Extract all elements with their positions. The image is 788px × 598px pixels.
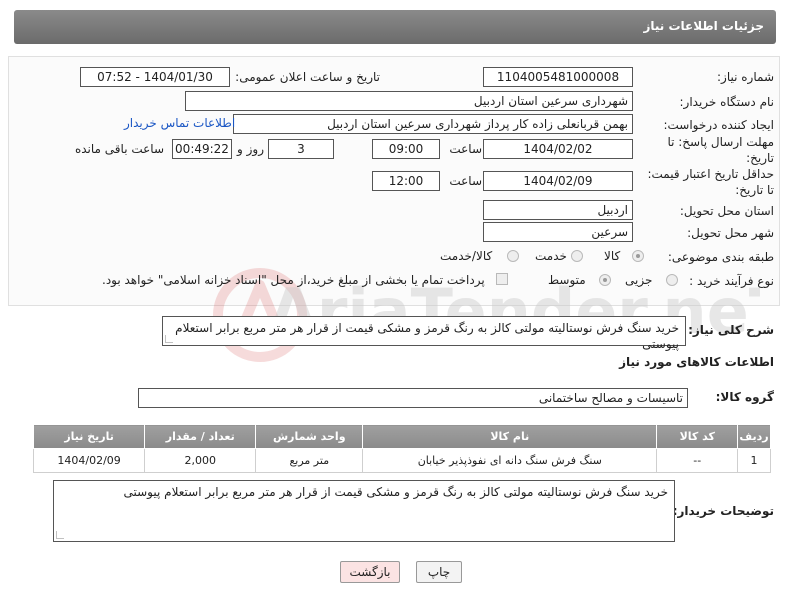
table-row: 1 -- سنگ فرش سنگ دانه ای نفوذپذیر خیابان… [32, 448, 771, 473]
remaining-time-field: 00:49:22 [172, 139, 232, 159]
goods-section-title: اطلاعات کالاهای مورد نیاز [619, 355, 774, 369]
table-cell: متر مربع [255, 448, 364, 473]
table-header-cell: تعداد / مقدار [144, 424, 257, 449]
announce-datetime-field: 1404/01/30 - 07:52 [80, 67, 230, 87]
resize-grip-icon[interactable] [56, 531, 64, 539]
buyer-contact-link[interactable]: اطلاعات تماس خریدار [124, 116, 235, 130]
price-validity-label-2: تا تاریخ: [735, 183, 774, 197]
purchase-option-medium: متوسط [548, 273, 586, 287]
table-header-cell: واحد شمارش [255, 424, 364, 449]
reply-deadline-time-label: ساعت [449, 142, 482, 156]
table-header-cell: کد کالا [656, 424, 739, 449]
reply-deadline-date-field: 1404/02/02 [483, 139, 633, 159]
requester-label: ایجاد کننده درخواست: [663, 118, 774, 132]
general-description-textarea[interactable]: خرید سنگ فرش نوستالیته مولتی کالز به رنگ… [162, 316, 686, 351]
purchase-option-minor: جزیی [625, 273, 653, 287]
requester-field: بهمن قربانعلی زاده کار پرداز شهرداری سرع… [233, 114, 633, 134]
general-description-text: خرید سنگ فرش نوستالیته مولتی کالز به رنگ… [175, 321, 679, 351]
reply-days-label: روز و [237, 142, 264, 156]
purchase-radio-medium[interactable] [599, 274, 611, 286]
category-option-goods-service: کالا/خدمت [440, 249, 493, 263]
purchase-type-label: نوع فرآیند خرید : [689, 274, 774, 288]
goods-group-label: گروه کالا: [715, 390, 774, 404]
need-number-field: 1104005481000008 [483, 67, 633, 87]
delivery-city-field: سرعین [483, 222, 633, 242]
category-radio-goods[interactable] [632, 250, 644, 262]
buyer-notes-text: خرید سنگ فرش نوستالیته مولتی کالز به رنگ… [123, 485, 668, 499]
print-button[interactable]: چاپ [416, 561, 462, 583]
table-header-cell: تاریخ نیاز [32, 424, 146, 449]
category-option-goods: کالا [604, 249, 621, 263]
remaining-time-label: ساعت باقی مانده [74, 142, 164, 156]
delivery-province-label: استان محل تحویل: [679, 204, 774, 218]
buyer-org-label: نام دستگاه خریدار: [679, 95, 775, 109]
table-cell: سنگ فرش سنگ دانه ای نفوذپذیر خیابان [362, 448, 658, 473]
goods-group-field: تاسیسات و مصالح ساختمانی [138, 388, 688, 408]
table-cell: 1404/02/09 [32, 448, 146, 473]
goods-table: ردیف کد کالا نام کالا واحد شمارش تعداد /… [32, 424, 771, 473]
table-header-row: ردیف کد کالا نام کالا واحد شمارش تعداد /… [32, 424, 771, 449]
price-validity-time-field: 12:00 [372, 171, 440, 191]
price-validity-time-label: ساعت [449, 174, 482, 188]
category-radio-service[interactable] [571, 250, 583, 262]
delivery-city-label: شهر محل تحویل: [687, 226, 774, 240]
page-title: جزئیات اطلاعات نیاز [643, 19, 764, 33]
treasury-payment-note: پرداخت تمام یا بخشی از مبلغ خرید،از محل … [102, 273, 485, 287]
reply-deadline-label: مهلت ارسال پاسخ: تا [667, 135, 774, 149]
back-button[interactable]: بازگشت [340, 561, 400, 583]
category-option-service: خدمت [535, 249, 567, 263]
need-number-label: شماره نیاز: [717, 70, 774, 84]
table-cell: 2,000 [144, 448, 257, 473]
resize-grip-icon[interactable] [165, 335, 173, 343]
buyer-notes-textarea[interactable]: خرید سنگ فرش نوستالیته مولتی کالز به رنگ… [53, 480, 675, 542]
table-cell: -- [656, 448, 739, 473]
price-validity-date-field: 1404/02/09 [483, 171, 633, 191]
table-cell: 1 [737, 448, 771, 473]
treasury-payment-checkbox[interactable] [496, 273, 508, 285]
buyer-org-field: شهرداری سرعین استان اردبیل [185, 91, 633, 111]
category-radio-goods-service[interactable] [507, 250, 519, 262]
category-label: طبقه بندی موضوعی: [667, 250, 774, 264]
table-header-cell: نام کالا [362, 424, 658, 449]
table-header-cell: ردیف [737, 424, 771, 449]
delivery-province-field: اردبیل [483, 200, 633, 220]
page-header: جزئیات اطلاعات نیاز [14, 10, 776, 44]
reply-deadline-time-field: 09:00 [372, 139, 440, 159]
general-description-label: شرح کلی نیاز: [688, 323, 774, 337]
price-validity-label: حداقل تاریخ اعتبار قیمت: [647, 167, 774, 181]
announce-datetime-label: تاریخ و ساعت اعلان عمومی: [235, 70, 380, 84]
reply-days-field: 3 [268, 139, 334, 159]
buyer-notes-label: توضیحات خریدار: [672, 504, 774, 518]
reply-deadline-label-2: تاریخ: [746, 151, 774, 165]
purchase-radio-minor[interactable] [666, 274, 678, 286]
